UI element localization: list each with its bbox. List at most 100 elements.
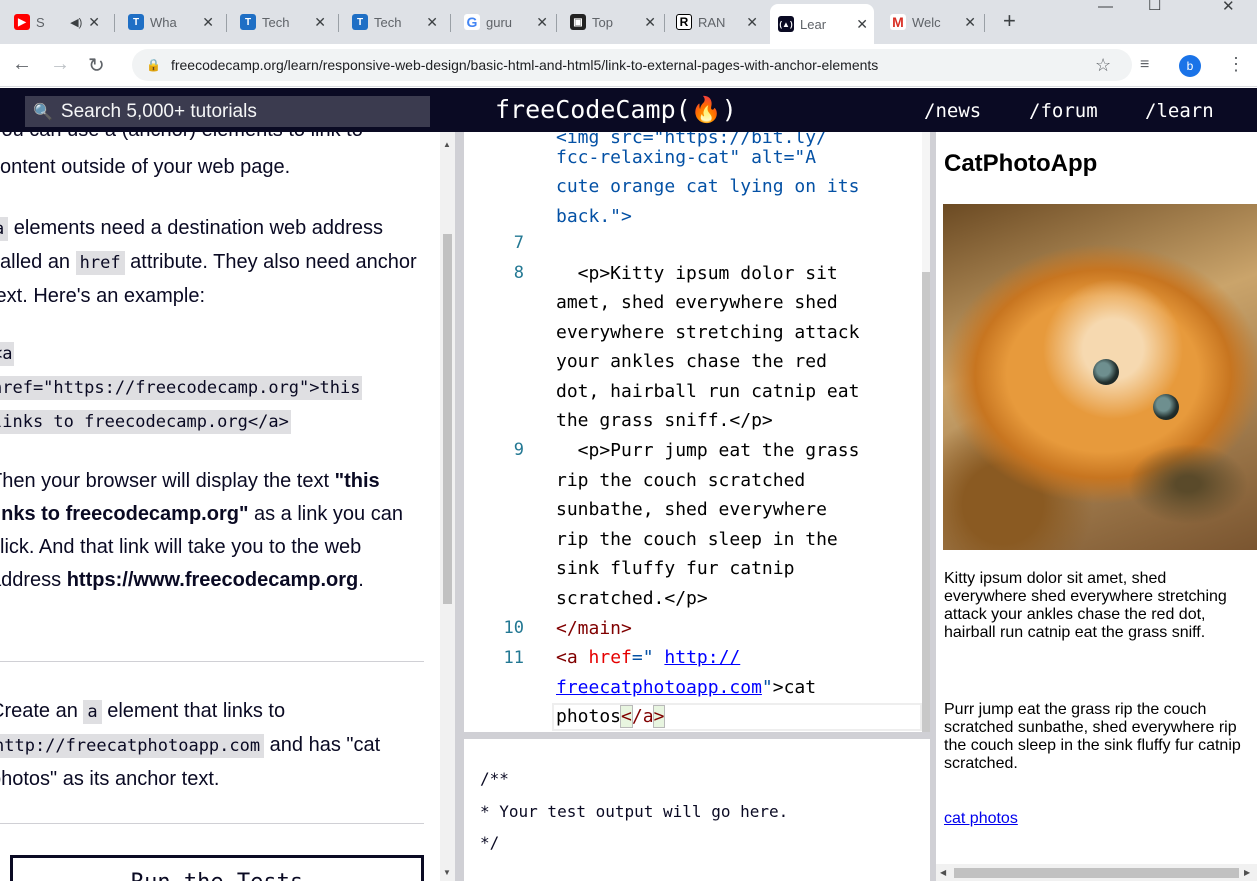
fcc-navbar: 🔍 Search 5,000+ tutorials freeCodeCamp(🔥… [0, 88, 1257, 132]
divider [0, 661, 424, 662]
code-line: scratched.</p> [556, 588, 708, 609]
tab-title: Tech [262, 14, 290, 30]
reload-icon[interactable]: ↻ [88, 53, 105, 78]
browser-tab[interactable]: T Tech ✕ [232, 8, 332, 36]
browser-tab[interactable]: ▶ S ◀) ✕ [6, 8, 106, 36]
nav-link-news[interactable]: /news [924, 100, 981, 122]
nav-link-forum[interactable]: /forum [1029, 100, 1098, 122]
maximize-button[interactable]: ☐ [1148, 0, 1161, 14]
youtube-icon: ▶ [14, 14, 30, 30]
close-tab-icon[interactable]: ✕ [964, 14, 976, 31]
browser-tab[interactable]: T Wha ✕ [120, 8, 220, 36]
new-tab-button[interactable]: + [1003, 8, 1016, 34]
bold-url: https://www.freecodecamp.org [66, 569, 359, 591]
scrollbar-thumb[interactable] [922, 272, 930, 732]
fcc-icon: T [240, 14, 256, 30]
close-tab-icon[interactable]: ✕ [746, 14, 758, 31]
tab-title: RAN [698, 14, 726, 30]
back-icon[interactable]: ← [12, 53, 32, 76]
browser-tab[interactable]: T Tech ✕ [344, 8, 444, 36]
bookmark-star-icon[interactable]: ☆ [1095, 55, 1111, 76]
instruction-paragraph: Then your browser will display the text … [0, 465, 430, 597]
example-code-block: <a href="https://freecodecamp.org">this … [0, 337, 363, 439]
run-tests-button[interactable]: Run the Tests [10, 855, 424, 881]
code-line: the grass sniff.</p> [556, 410, 773, 431]
cat-photo[interactable] [943, 204, 1257, 550]
preview-pane: CatPhotoApp Kitty ipsum dolor sit amet, … [936, 132, 1257, 881]
scroll-down-icon[interactable]: ▼ [443, 868, 451, 877]
close-tab-icon[interactable]: ✕ [202, 14, 214, 31]
code-line: cute orange cat lying on its [556, 176, 860, 197]
scrollbar-thumb[interactable] [443, 234, 452, 604]
tab-title: Welc [912, 14, 941, 30]
line-number: 8 [513, 263, 524, 283]
code-line: <a href=" http:// [556, 647, 741, 668]
search-input[interactable]: 🔍 Search 5,000+ tutorials [25, 96, 430, 127]
forward-icon[interactable]: → [50, 53, 70, 76]
line-number: 10 [503, 618, 524, 638]
tab-title: S [36, 14, 45, 30]
cat-eye [1093, 359, 1119, 385]
instructions-pane: You can use a (anchor) elements to link … [0, 132, 440, 881]
reading-list-icon[interactable]: ≡ [1140, 56, 1149, 74]
preview-horizontal-scrollbar[interactable]: ◀ ▶ [936, 864, 1257, 881]
preview-paragraph: Kitty ipsum dolor sit amet, shed everywh… [944, 570, 1227, 641]
scroll-up-icon[interactable]: ▲ [443, 140, 451, 149]
output-line: */ [480, 833, 500, 852]
menu-icon[interactable]: ⋮ [1227, 54, 1245, 75]
inline-code: a [0, 217, 9, 241]
address-bar[interactable]: 🔒 freecodecamp.org/learn/responsive-web-… [132, 49, 1132, 81]
fcc-icon: T [352, 14, 368, 30]
code-line: <a [0, 342, 15, 366]
preview-paragraph: Purr jump eat the grass rip the couch sc… [944, 701, 1241, 772]
scroll-right-icon[interactable]: ▶ [1244, 868, 1250, 877]
instruction-paragraph: a elements need a destination web addres… [0, 212, 430, 313]
browser-tab[interactable]: M Welc ✕ [882, 8, 982, 36]
cat-eye [1153, 394, 1179, 420]
tab-title: Tech [374, 14, 402, 30]
close-tab-icon[interactable]: ✕ [856, 16, 868, 33]
code-line: amet, shed everywhere shed [556, 292, 838, 313]
editor-output-resizer[interactable] [464, 732, 930, 739]
tab-title: guru [486, 14, 513, 30]
close-tab-icon[interactable]: ✕ [644, 14, 656, 31]
close-window-button[interactable]: ✕ [1222, 0, 1235, 15]
code-line: sunbathe, shed everywhere [556, 499, 827, 520]
close-tab-icon[interactable]: ✕ [314, 14, 326, 31]
fcc-logo[interactable]: freeCodeCamp(🔥) [495, 95, 737, 125]
instructions-scrollbar[interactable]: ▲ ▼ [440, 132, 455, 881]
close-tab-icon[interactable]: ✕ [426, 14, 438, 31]
instruction-text: You can use a (anchor) elements to link … [0, 132, 430, 147]
gmail-icon: M [890, 14, 906, 30]
nav-link-learn[interactable]: /learn [1145, 100, 1214, 122]
scroll-left-icon[interactable]: ◀ [940, 868, 946, 877]
close-tab-icon[interactable]: ✕ [88, 14, 100, 31]
test-output-panel: /** * Your test output will go here. */ [464, 739, 930, 881]
close-tab-icon[interactable]: ✕ [536, 14, 548, 31]
r-icon: R [676, 14, 692, 30]
cat-photos-link[interactable]: cat photos [944, 810, 1018, 828]
code-editor[interactable]: <img src="https://bit.ly/ fcc-relaxing-c… [464, 132, 922, 732]
lock-icon: 🔒 [146, 58, 161, 72]
code-line: your ankles chase the red [556, 351, 827, 372]
code-line: photos</a> [556, 705, 666, 728]
task-paragraph: Create an a element that links to http:/… [0, 695, 430, 796]
browser-tab[interactable]: ▣ Top ✕ [562, 8, 662, 36]
search-placeholder: Search 5,000+ tutorials [60, 100, 257, 122]
code-line: rip the couch scratched [556, 470, 806, 491]
code-line: links to freecodecamp.org</a> [0, 410, 291, 434]
browser-toolbar: ← → ↻ 🔒 freecodecamp.org/learn/responsiv… [0, 44, 1257, 87]
tab-title: Lear [800, 16, 827, 32]
output-line: /** [480, 769, 509, 788]
browser-tab-active[interactable]: (▲) Lear ✕ [770, 4, 874, 44]
code-line: everywhere stretching attack [556, 322, 860, 343]
browser-tab[interactable]: G guru ✕ [456, 8, 554, 36]
code-line: <p>Purr jump eat the grass [556, 440, 860, 461]
code-line: sink fluffy fur catnip [556, 558, 795, 579]
minimize-button[interactable]: — [1098, 0, 1113, 15]
profile-avatar[interactable]: b [1179, 55, 1201, 77]
pane-resizer[interactable] [455, 132, 464, 881]
scrollbar-thumb[interactable] [954, 868, 1239, 878]
editor-scrollbar[interactable] [922, 132, 930, 732]
browser-tab[interactable]: R RAN ✕ [668, 8, 764, 36]
